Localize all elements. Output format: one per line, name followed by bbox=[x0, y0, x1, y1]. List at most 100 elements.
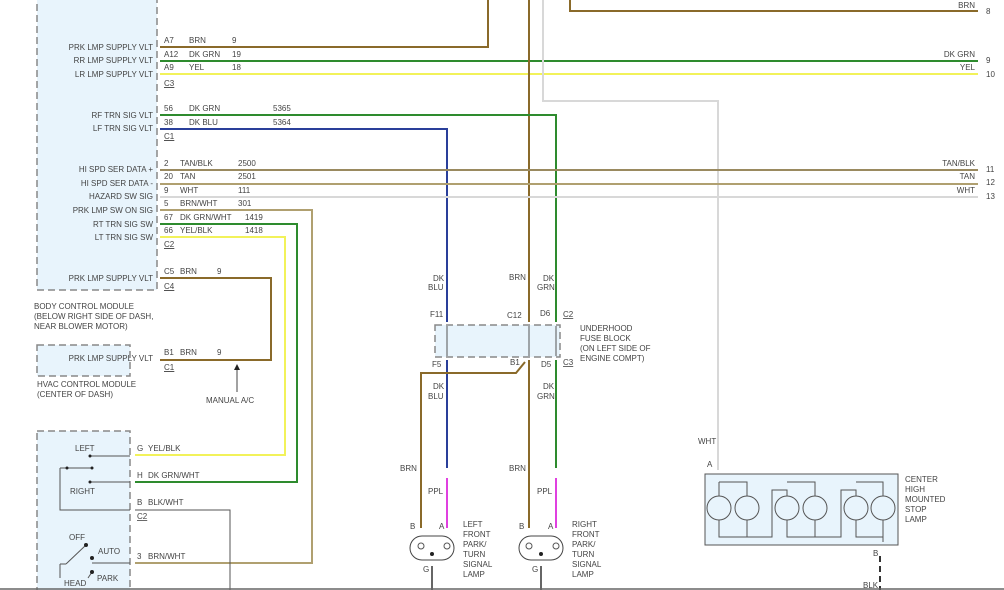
wire-color-label: PPL bbox=[537, 487, 553, 496]
lamp-name: RIGHT bbox=[572, 520, 597, 529]
lamp-name: LAMP bbox=[463, 570, 485, 579]
pin-number: H bbox=[137, 471, 143, 480]
wire-color-label: BLU bbox=[428, 392, 444, 401]
wire-color-label: WHT bbox=[180, 186, 198, 195]
wire-color-label: YEL/BLK bbox=[180, 226, 213, 235]
circuit-number: 18 bbox=[232, 63, 241, 72]
hvac-name: (CENTER OF DASH) bbox=[37, 390, 113, 399]
pin-number: 20 bbox=[164, 172, 173, 181]
pin-number: 67 bbox=[164, 213, 173, 222]
offpage-ref: 9 bbox=[986, 56, 991, 65]
pin-label: PRK LMP SUPPLY VLT bbox=[69, 274, 153, 283]
wire-color-label: DK GRN/WHT bbox=[148, 471, 200, 480]
pin-number: B bbox=[410, 522, 415, 531]
switch-right-label: RIGHT bbox=[70, 487, 95, 496]
wire-color-label: WHT bbox=[698, 437, 716, 446]
circuit-number: 1418 bbox=[245, 226, 263, 235]
offpage-wire: BRN bbox=[958, 1, 975, 10]
fuse-block-name: FUSE BLOCK bbox=[580, 334, 631, 343]
switch-park-label: PARK bbox=[97, 574, 119, 583]
wire-color-label: BRN/WHT bbox=[180, 199, 217, 208]
offpage-wire: TAN/BLK bbox=[942, 159, 975, 168]
wire-66-yelblk bbox=[135, 236, 286, 456]
offpage-wire: YEL bbox=[960, 63, 976, 72]
pin-label: LR LMP SUPPLY VLT bbox=[75, 70, 153, 79]
wire-color-label: BRN bbox=[180, 267, 197, 276]
pin-number: A7 bbox=[164, 36, 174, 45]
lamp-name: TURN bbox=[572, 550, 594, 559]
chmsl-name: STOP bbox=[905, 505, 927, 514]
circuit-number: 2500 bbox=[238, 159, 256, 168]
bcm-name: BODY CONTROL MODULE bbox=[34, 302, 134, 311]
wire-color-label: BLK/WHT bbox=[148, 498, 184, 507]
connector-id: C2 bbox=[164, 240, 175, 249]
connector-id: C1 bbox=[164, 363, 175, 372]
offpage-wire: TAN bbox=[960, 172, 976, 181]
bcm-name: (BELOW RIGHT SIDE OF DASH, bbox=[34, 312, 153, 321]
switch-off-label: OFF bbox=[69, 533, 85, 542]
pin-label: HI SPD SER DATA + bbox=[79, 165, 153, 174]
wire-color-label: TAN/BLK bbox=[180, 159, 213, 168]
offpage-ref: 13 bbox=[986, 192, 995, 201]
offpage-ref: 8 bbox=[986, 7, 991, 16]
pin-number: 56 bbox=[164, 104, 173, 113]
wire-color-label: DK BLU bbox=[189, 118, 218, 127]
circuit-number: 1419 bbox=[245, 213, 263, 222]
wire-color-label: BRN/WHT bbox=[148, 552, 185, 561]
pin-number: A bbox=[707, 460, 713, 469]
wire-color-label: DK bbox=[543, 382, 555, 391]
left-front-lamp-icon bbox=[409, 535, 455, 561]
pin-number: B1 bbox=[510, 358, 520, 367]
circuit-number: 301 bbox=[238, 199, 252, 208]
wire-color-label: GRN bbox=[537, 392, 555, 401]
pin-label: PRK LMP SW ON SIG bbox=[73, 206, 153, 215]
circuit-number: 19 bbox=[232, 50, 241, 59]
pin-number: B bbox=[137, 498, 142, 507]
wire-color-label: GRN bbox=[537, 283, 555, 292]
pin-number: G bbox=[137, 444, 143, 453]
connector-id: C4 bbox=[164, 282, 175, 291]
wire-color-label: BLU bbox=[428, 283, 444, 292]
circuit-number: 9 bbox=[217, 267, 222, 276]
wire-color-label: DK GRN bbox=[189, 50, 220, 59]
pin-number: G bbox=[423, 565, 429, 574]
hvac-pin-label: PRK LMP SUPPLY VLT bbox=[69, 354, 153, 363]
pin-number: A bbox=[439, 522, 445, 531]
pin-number: C12 bbox=[507, 311, 522, 320]
right-front-lamp-icon bbox=[518, 535, 564, 561]
offpage-wire: DK GRN bbox=[944, 50, 975, 59]
pin-number: B bbox=[519, 522, 524, 531]
wire-color-label: BRN bbox=[509, 464, 526, 473]
chmsl-name: LAMP bbox=[905, 515, 927, 524]
wire-wht-chmsl bbox=[542, 0, 719, 470]
wiring-diagram: PRK LMP SUPPLY VLT RR LMP SUPPLY VLT LR … bbox=[0, 0, 1004, 590]
pin-label: HAZARD SW SIG bbox=[89, 192, 153, 201]
connector-id: C2 bbox=[563, 310, 574, 319]
pin-number: F11 bbox=[430, 310, 444, 319]
circuit-number: 2501 bbox=[238, 172, 256, 181]
wire-color-label: BRN bbox=[509, 273, 526, 282]
wire-color-label: BRN bbox=[400, 464, 417, 473]
pin-number: 2 bbox=[164, 159, 169, 168]
switch-auto-label: AUTO bbox=[98, 547, 120, 556]
offpage-ref: 10 bbox=[986, 70, 995, 79]
chmsl-name: MOUNTED bbox=[905, 495, 946, 504]
wire-color-label: TAN bbox=[180, 172, 196, 181]
pin-label: LF TRN SIG VLT bbox=[93, 124, 153, 133]
circuit-number: 111 bbox=[238, 186, 251, 195]
switch-head-label: HEAD bbox=[64, 579, 86, 588]
chmsl-name: HIGH bbox=[905, 485, 925, 494]
wire-color-label: DK bbox=[433, 382, 445, 391]
wire-color-label: BRN bbox=[180, 348, 197, 357]
pin-number: B1 bbox=[164, 348, 174, 357]
pin-number: C5 bbox=[164, 267, 175, 276]
lamp-name: PARK/ bbox=[463, 540, 487, 549]
pin-number: A9 bbox=[164, 63, 174, 72]
circuit-number: 9 bbox=[232, 36, 237, 45]
wire-b-blkwht bbox=[135, 509, 231, 590]
lamp-name: LEFT bbox=[463, 520, 483, 529]
wire-color-label: DK bbox=[433, 274, 445, 283]
fuse-block-name: UNDERHOOD bbox=[580, 324, 633, 333]
pin-number: F5 bbox=[432, 360, 442, 369]
pin-label: LT TRN SIG SW bbox=[95, 233, 154, 242]
